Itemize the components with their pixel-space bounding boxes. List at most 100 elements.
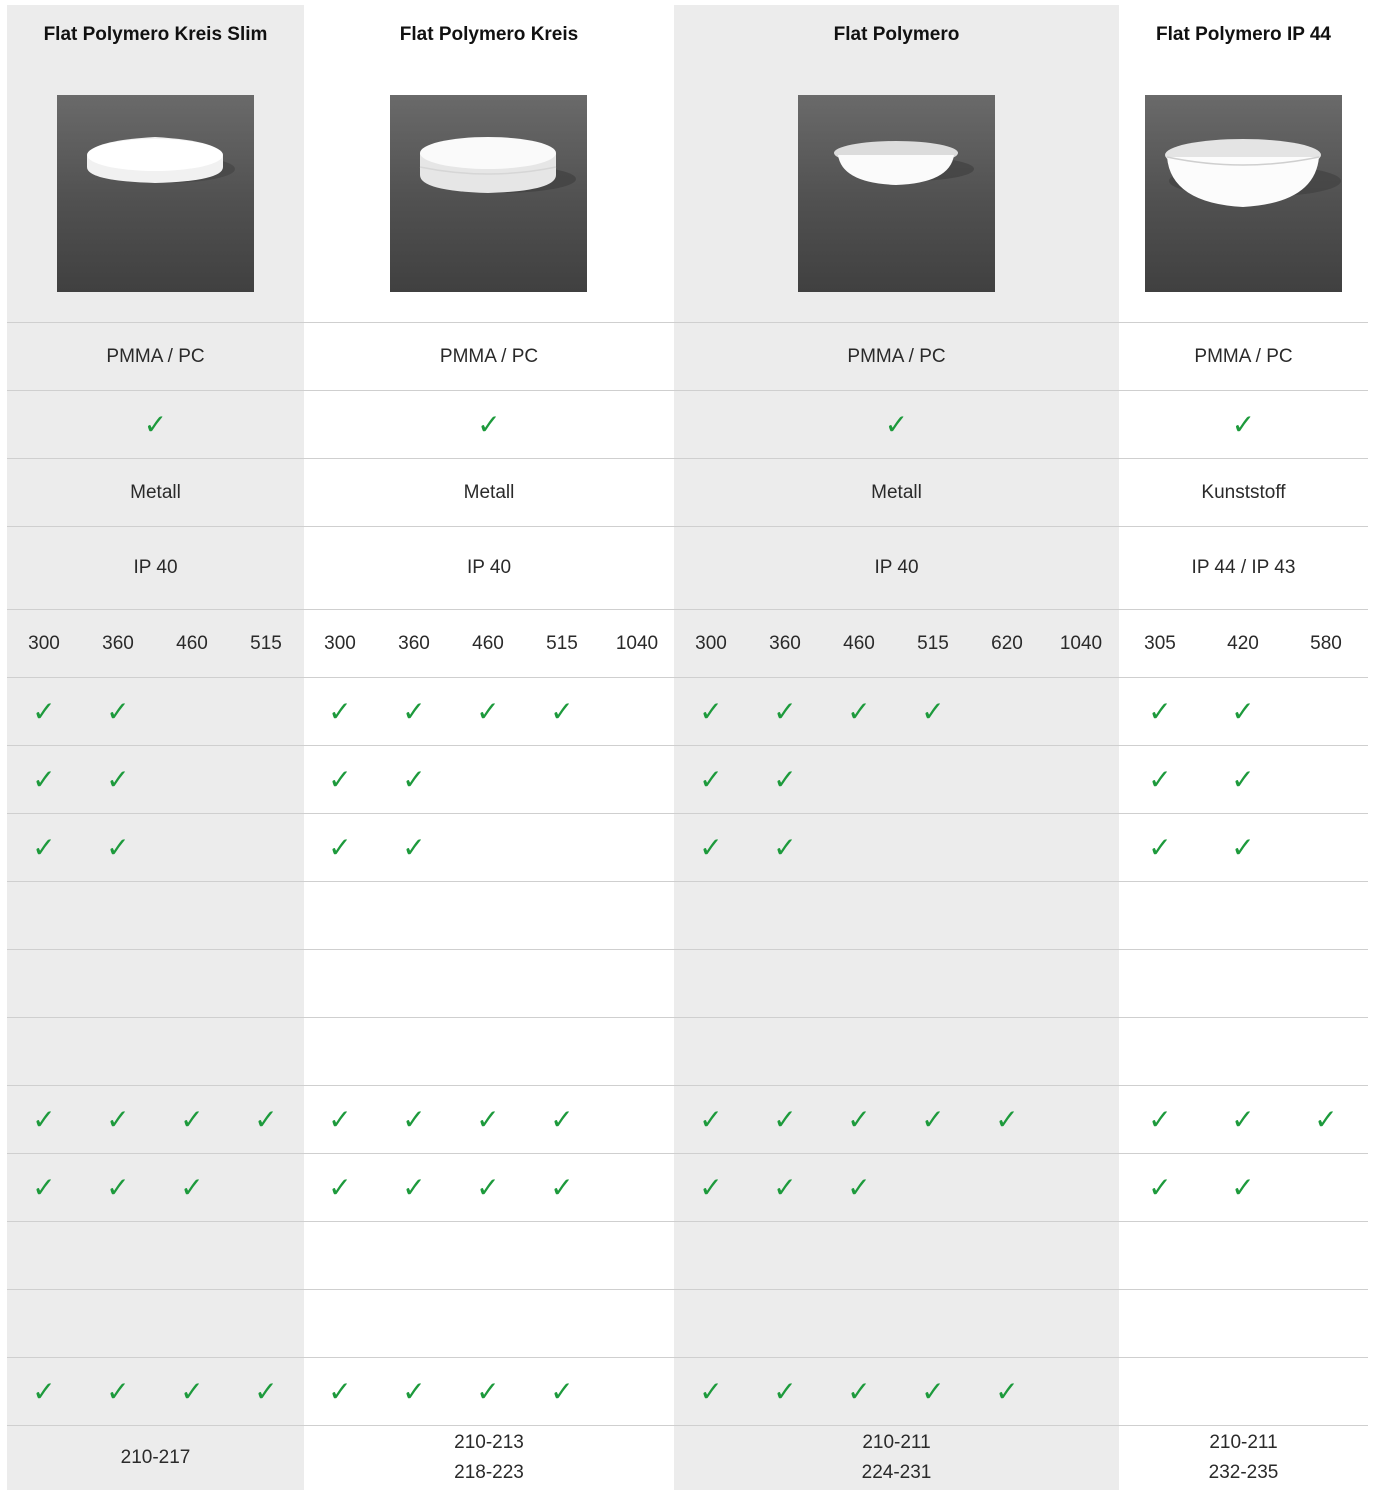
- check-icon: ✓: [699, 1170, 723, 1204]
- size-460-flat-polymero-kreis-slim: 460: [176, 632, 208, 654]
- size-460-flat-polymero: 460: [843, 632, 875, 654]
- check-icon: ✓: [1231, 1102, 1255, 1136]
- check-icon: ✓: [847, 1170, 871, 1204]
- diffuser-material-flat-polymero-kreis-slim: PMMA / PC: [106, 345, 205, 367]
- check-icon: ✓: [328, 1102, 352, 1136]
- size-515-flat-polymero-kreis: 515: [546, 632, 578, 654]
- check-icon: ✓: [106, 1102, 130, 1136]
- catalog-page-range: 224-231: [861, 1462, 932, 1483]
- check-icon: ✓: [884, 407, 909, 441]
- check-icon: ✓: [402, 830, 426, 864]
- product-title-flat-polymero-ip-44: Flat Polymero IP 44: [1156, 24, 1331, 45]
- size-300-flat-polymero: 300: [695, 632, 727, 654]
- check-icon: ✓: [328, 830, 352, 864]
- size-1040-flat-polymero-kreis: 1040: [615, 632, 659, 654]
- check-icon: ✓: [402, 762, 426, 796]
- size-300-flat-polymero-kreis-slim: 300: [28, 632, 60, 654]
- product-title-flat-polymero-kreis: Flat Polymero Kreis: [399, 24, 579, 45]
- size-515-flat-polymero: 515: [917, 632, 949, 654]
- size-305-flat-polymero-ip-44: 305: [1144, 632, 1176, 654]
- check-icon: ✓: [328, 694, 352, 728]
- check-icon: ✓: [699, 1374, 723, 1408]
- catalog-page-range: 210-217: [120, 1447, 191, 1468]
- check-icon: ✓: [328, 1170, 352, 1204]
- check-icon: ✓: [476, 1374, 500, 1408]
- check-icon: ✓: [773, 830, 797, 864]
- check-icon: ✓: [1148, 694, 1172, 728]
- check-icon: ✓: [773, 694, 797, 728]
- check-icon: ✓: [476, 1102, 500, 1136]
- check-icon: ✓: [32, 1374, 56, 1408]
- check-icon: ✓: [106, 830, 130, 864]
- check-icon: ✓: [476, 1170, 500, 1204]
- check-icon: ✓: [773, 1102, 797, 1136]
- check-icon: ✓: [106, 1170, 130, 1204]
- check-icon: ✓: [143, 407, 168, 441]
- catalog-pages-flat-polymero-kreis-slim: 210-217: [7, 1426, 304, 1490]
- check-icon: ✓: [550, 1102, 574, 1136]
- check-icon: ✓: [847, 1102, 871, 1136]
- check-icon: ✓: [921, 694, 945, 728]
- catalog-page-range: 218-223: [454, 1462, 524, 1483]
- check-icon: ✓: [550, 694, 574, 728]
- check-icon: ✓: [1231, 830, 1255, 864]
- check-icon: ✓: [106, 1374, 130, 1408]
- comparison-table: Flat Polymero Kreis Slim PMMA / PC ✓ Metall…: [0, 0, 1376, 1490]
- catalog-pages-flat-polymero-kreis: 210-213 218-223: [304, 1426, 674, 1490]
- check-icon: ✓: [1231, 694, 1255, 728]
- check-icon: ✓: [328, 1374, 352, 1408]
- ip-rating-flat-polymero-ip-44: IP 44 / IP 43: [1191, 557, 1296, 578]
- round-slim-ceiling-luminaire-icon: [57, 95, 254, 292]
- check-icon: ✓: [550, 1374, 574, 1408]
- size-1040-flat-polymero: 1040: [1059, 632, 1103, 654]
- catalog-pages-flat-polymero-ip-44: 210-211 232-235: [1119, 1426, 1368, 1490]
- check-icon: ✓: [921, 1374, 945, 1408]
- size-300-flat-polymero-kreis: 300: [324, 632, 356, 654]
- check-icon: ✓: [699, 1102, 723, 1136]
- check-icon: ✓: [773, 1374, 797, 1408]
- housing-material-flat-polymero: Metall: [871, 481, 922, 503]
- check-icon: ✓: [1148, 1170, 1172, 1204]
- check-icon: ✓: [254, 1374, 278, 1408]
- check-icon: ✓: [1148, 1102, 1172, 1136]
- row-divider: [7, 1221, 1368, 1222]
- check-icon: ✓: [32, 1102, 56, 1136]
- check-icon: ✓: [1231, 1170, 1255, 1204]
- check-icon: ✓: [106, 694, 130, 728]
- ip-rating-flat-polymero-kreis-slim: IP 40: [133, 557, 178, 578]
- check-icon: ✓: [106, 762, 130, 796]
- size-580-flat-polymero-ip-44: 580: [1310, 632, 1342, 654]
- catalog-page-range: 210-213: [454, 1432, 524, 1453]
- size-420-flat-polymero-ip-44: 420: [1227, 632, 1259, 654]
- check-icon: ✓: [847, 1374, 871, 1408]
- check-icon: ✓: [32, 762, 56, 796]
- row-divider: [7, 949, 1368, 950]
- product-title-flat-polymero: Flat Polymero: [833, 24, 960, 45]
- check-icon: ✓: [180, 1170, 204, 1204]
- round-ceiling-luminaire-icon: [390, 95, 587, 292]
- size-515-flat-polymero-kreis-slim: 515: [250, 632, 282, 654]
- check-icon: ✓: [1314, 1102, 1338, 1136]
- check-icon: ✓: [773, 762, 797, 796]
- check-icon: ✓: [477, 407, 501, 441]
- product-title-flat-polymero-kreis-slim: Flat Polymero Kreis Slim: [43, 24, 268, 45]
- check-icon: ✓: [1231, 762, 1255, 796]
- housing-material-flat-polymero-ip-44: Kunststoff: [1201, 481, 1286, 503]
- size-620-flat-polymero: 620: [991, 632, 1023, 654]
- check-icon: ✓: [1148, 830, 1172, 864]
- check-icon: ✓: [476, 694, 500, 728]
- deep-dome-ceiling-luminaire-icon: [1145, 95, 1342, 292]
- housing-material-flat-polymero-kreis-slim: Metall: [130, 481, 181, 503]
- check-icon: ✓: [32, 694, 56, 728]
- check-icon: ✓: [699, 762, 723, 796]
- ip-rating-flat-polymero: IP 40: [874, 557, 919, 578]
- check-icon: ✓: [402, 694, 426, 728]
- size-360-flat-polymero-kreis-slim: 360: [102, 632, 134, 654]
- check-icon: ✓: [995, 1102, 1019, 1136]
- size-360-flat-polymero: 360: [769, 632, 801, 654]
- check-icon: ✓: [699, 694, 723, 728]
- dome-ceiling-luminaire-icon: [798, 95, 995, 292]
- check-icon: ✓: [402, 1102, 426, 1136]
- catalog-page-range: 210-211: [862, 1432, 931, 1453]
- check-icon: ✓: [402, 1374, 426, 1408]
